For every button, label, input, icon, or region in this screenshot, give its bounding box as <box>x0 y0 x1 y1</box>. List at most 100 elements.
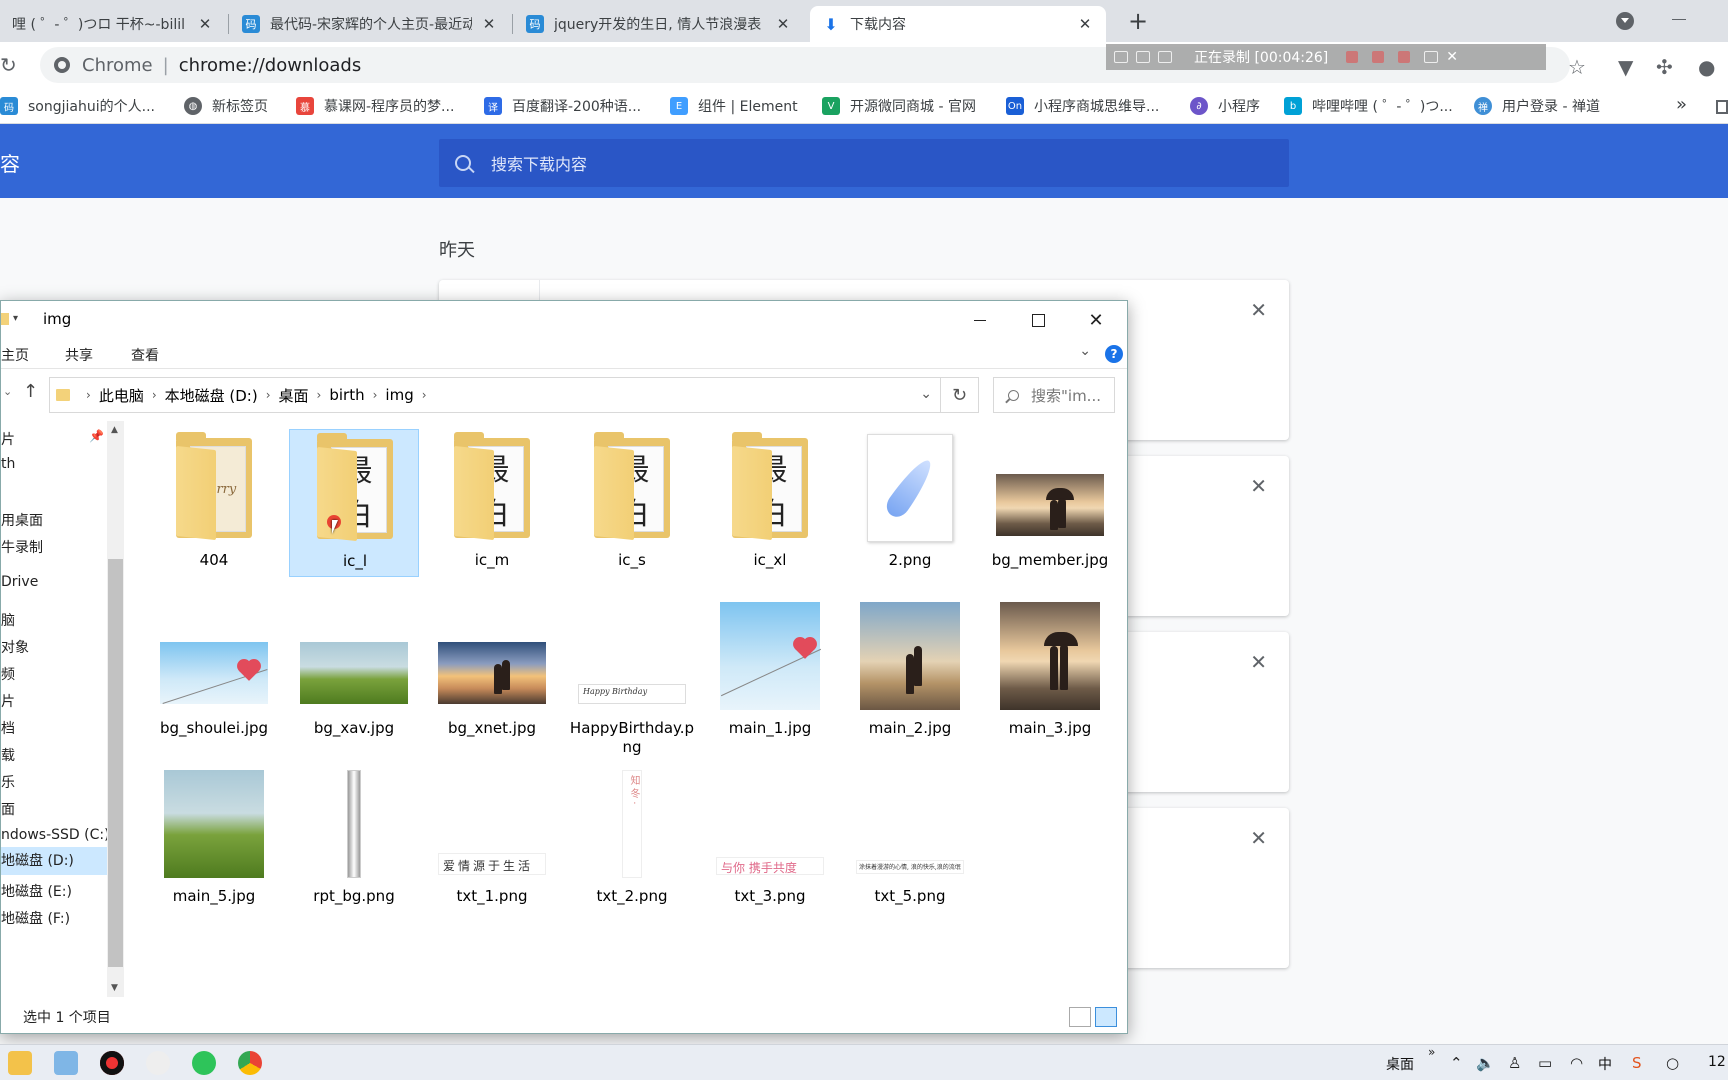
file-item[interactable]: 最 白 ic_s <box>567 429 697 577</box>
breadcrumb-birth[interactable]: birth <box>329 386 364 404</box>
nav-item[interactable]: 牛录制 <box>1 537 43 557</box>
clock[interactable]: 12 <box>1708 1054 1726 1070</box>
nav-item-drive-d[interactable]: 地磁盘 (D:) <box>1 847 107 875</box>
tab-bilibili[interactable]: 哩 ( ゜- ゜)つロ 干杯~-bilil ✕ <box>0 6 226 42</box>
notepad-app-icon[interactable] <box>54 1051 78 1075</box>
file-item[interactable]: main_3.jpg <box>985 597 1115 745</box>
bookmark-weitong[interactable]: V 开源微同商城 - 官网 <box>822 94 976 118</box>
reload-icon[interactable]: ↻ <box>0 53 17 77</box>
breadcrumb-this-pc[interactable]: 此电脑 <box>99 385 144 406</box>
bookmark-imooc[interactable]: 慕慕课网-程序员的梦... <box>296 94 454 118</box>
chevron-right-icon[interactable]: › <box>266 388 271 402</box>
breadcrumb-drive-d[interactable]: 本地磁盘 (D:) <box>165 385 258 406</box>
bookmark-star-icon[interactable]: ☆ <box>1568 55 1586 79</box>
explorer-address-bar[interactable]: › 此电脑 › 本地磁盘 (D:) › 桌面 › birth › img › ⌄ <box>49 377 941 413</box>
chevron-down-icon[interactable]: ⌄ <box>920 386 932 402</box>
nav-item[interactable]: 对象 <box>1 637 29 657</box>
chevron-up-icon[interactable]: ⌃ <box>1450 1054 1463 1072</box>
chevron-right-icon[interactable]: › <box>86 388 91 402</box>
tab-downloads[interactable]: ⬇ 下载内容 ✕ <box>810 6 1106 42</box>
file-item[interactable]: 最 白 ic_m <box>427 429 557 577</box>
volume-icon[interactable]: 🔈 <box>1476 1054 1495 1072</box>
recent-locations-icon[interactable]: ⌄ <box>3 385 12 398</box>
sogou-input-icon[interactable]: S <box>1632 1054 1642 1072</box>
reading-list-icon[interactable] <box>1716 100 1728 114</box>
nav-item-onedrive[interactable]: Drive <box>1 574 38 590</box>
nav-item[interactable]: 片 <box>1 691 15 711</box>
wifi-icon[interactable]: ◠ <box>1570 1054 1583 1072</box>
details-view-icon[interactable] <box>1069 1007 1091 1027</box>
profile-avatar-icon[interactable]: ● <box>1698 55 1715 79</box>
extension-vue-icon[interactable]: ▼ <box>1618 55 1633 79</box>
bookmark-zentao[interactable]: 禅用户登录 - 禅道 <box>1474 94 1600 118</box>
maximize-button[interactable] <box>1009 301 1067 339</box>
bookmarks-overflow-button[interactable]: » <box>1676 94 1687 115</box>
nav-item-drive-f[interactable]: 地磁盘 (F:) <box>1 908 70 928</box>
scroll-down-icon[interactable]: ▼ <box>111 983 118 993</box>
nav-item-drive-e[interactable]: 地磁盘 (E:) <box>1 881 72 901</box>
user-tray-icon[interactable]: ♙ <box>1508 1054 1521 1072</box>
nav-item[interactable]: 载 <box>1 745 15 765</box>
remove-download-button[interactable]: ✕ <box>1250 826 1267 850</box>
file-item[interactable]: 知 冬 · txt_2.png <box>567 765 697 913</box>
nav-item[interactable]: th <box>1 456 15 472</box>
breadcrumb-img[interactable]: img <box>385 386 413 404</box>
ime-indicator[interactable]: 中 <box>1598 1054 1612 1074</box>
file-explorer-app-icon[interactable] <box>8 1051 32 1075</box>
large-icons-view-icon[interactable] <box>1095 1007 1117 1027</box>
file-item[interactable]: main_1.jpg <box>705 597 835 745</box>
tab-search-icon[interactable] <box>1616 12 1634 30</box>
chevron-right-icon[interactable]: › <box>422 388 427 402</box>
tab-zuidaima-profile[interactable]: 码 最代码-宋家辉的个人主页-最近动 ✕ <box>230 6 510 42</box>
file-item[interactable]: main_5.jpg <box>149 765 279 913</box>
file-item[interactable]: main_2.jpg <box>845 597 975 745</box>
nav-item[interactable]: 频 <box>1 664 15 684</box>
close-icon[interactable]: ✕ <box>774 15 792 33</box>
nav-item[interactable]: 片 <box>1 429 15 449</box>
scroll-up-icon[interactable]: ▲ <box>111 425 118 435</box>
chevron-down-icon[interactable]: ⌄ <box>1079 343 1091 359</box>
scrollbar-thumb[interactable] <box>108 559 123 967</box>
battery-icon[interactable]: ▭ <box>1538 1054 1552 1072</box>
recorder-camera-icon[interactable] <box>1424 51 1439 63</box>
explorer-search-input[interactable]: 搜索"im... <box>993 377 1115 413</box>
file-item[interactable]: rpt_bg.png <box>289 765 419 913</box>
recorder-zoom-icon[interactable] <box>1158 51 1172 63</box>
minimize-button[interactable] <box>951 301 1009 339</box>
desktop-toolbar-label[interactable]: 桌面 <box>1386 1054 1414 1074</box>
wechat-app-icon[interactable] <box>192 1051 216 1075</box>
bookmark-element[interactable]: E 组件 | Element <box>670 94 798 118</box>
close-button[interactable]: ✕ <box>1067 301 1125 339</box>
file-item[interactable]: bg_shoulei.jpg <box>149 597 279 745</box>
tab-jquery-birthday[interactable]: 码 jquery开发的生日, 情人节浪漫表 ✕ <box>514 6 804 42</box>
recorder-pause-icon[interactable] <box>1372 51 1385 63</box>
new-tab-button[interactable]: + <box>1124 8 1152 36</box>
window-minimize-icon[interactable] <box>1672 19 1686 20</box>
help-icon[interactable]: ? <box>1105 345 1123 363</box>
file-item[interactable]: bg_member.jpg <box>985 429 1115 577</box>
pin-icon[interactable]: 📌 <box>89 429 104 443</box>
file-item[interactable]: bg_xav.jpg <box>289 597 419 745</box>
recorder-stop-icon[interactable] <box>1398 51 1411 63</box>
bookmark-baidu-translate[interactable]: 译百度翻译-200种语... <box>484 94 641 118</box>
remove-download-button[interactable]: ✕ <box>1250 298 1267 322</box>
nav-item[interactable]: 档 <box>1 718 15 738</box>
quick-access-dropdown-icon[interactable]: ▾ <box>13 313 18 324</box>
file-item[interactable]: 爱情源于生活 txt_1.png <box>427 765 557 913</box>
nav-item-drive-c[interactable]: ndows-SSD (C:) <box>1 827 110 843</box>
file-item[interactable]: Happy Birthday HappyBirthday.png <box>567 597 697 756</box>
breadcrumb-desktop[interactable]: 桌面 <box>279 385 309 406</box>
chevron-right-icon[interactable]: › <box>317 388 322 402</box>
up-arrow-icon[interactable]: ↑ <box>23 381 38 402</box>
close-icon[interactable]: ✕ <box>196 15 214 33</box>
ribbon-tab-share[interactable]: 共享 <box>65 345 93 365</box>
file-item[interactable]: 涂抹着漫游的心情, 浪的快乐,浪的流氓 txt_5.png <box>845 765 975 913</box>
qq-app-icon[interactable] <box>146 1051 170 1075</box>
file-item[interactable]: Sorry 404 <box>149 429 279 577</box>
chevron-right-icon[interactable]: › <box>373 388 378 402</box>
ribbon-tab-view[interactable]: 查看 <box>131 345 159 365</box>
bookmark-songjiahui[interactable]: 码 songjiahui的个人... <box>0 94 155 118</box>
recorder-region-icon[interactable] <box>1136 51 1150 63</box>
bookmark-miniprogram[interactable]: ∂ 小程序 <box>1190 94 1260 118</box>
recorder-close-icon[interactable]: ✕ <box>1446 49 1458 65</box>
